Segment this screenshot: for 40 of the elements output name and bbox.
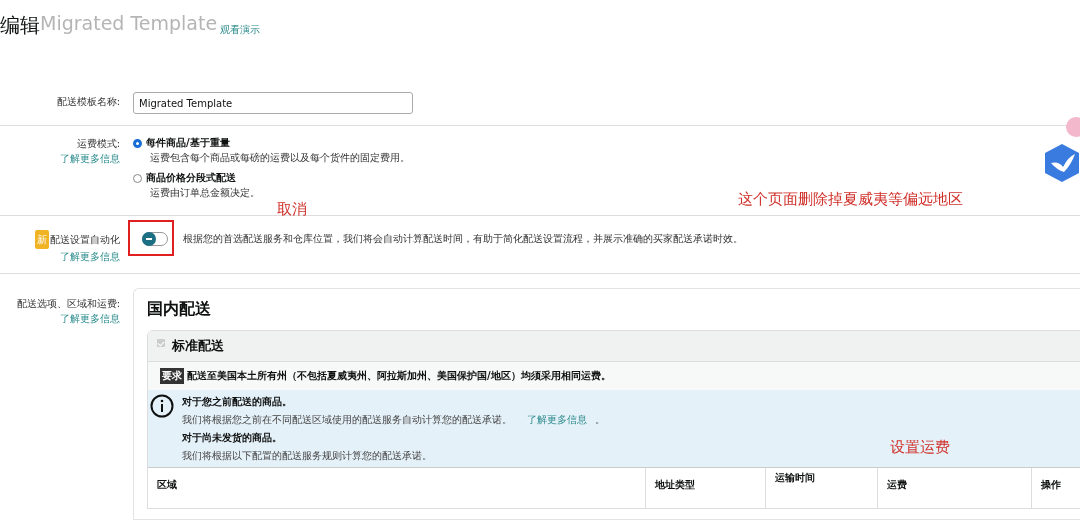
learn-more-link[interactable]: 了解更多信息	[60, 151, 120, 166]
info-icon	[150, 394, 174, 418]
column-header: 区域	[148, 468, 646, 508]
radio-button[interactable]	[133, 138, 142, 148]
info-text: 。	[595, 413, 605, 427]
radio-button[interactable]	[133, 173, 142, 183]
column-header: 操作	[1040, 478, 1062, 492]
requirement-tag: 要求	[160, 368, 184, 384]
learn-more-link[interactable]: 了解更多信息	[60, 311, 120, 326]
page-title: 编辑	[0, 12, 40, 39]
requirement-text: 配送至美国本土所有州（不包括夏威夷州、阿拉斯加州、美国保护国/地区）均须采用相同运费。	[187, 369, 611, 383]
option-title: 每件商品/基于重量	[146, 136, 230, 150]
demo-link[interactable]: 观看演示	[220, 23, 261, 37]
info-text: 我们将根据您之前在不同配送区域使用的配送服务自动计算您的配送承诺。	[182, 413, 512, 427]
field-label: 配送选项、区域和运费:	[16, 297, 120, 311]
field-label: 运费模式:	[76, 137, 120, 151]
info-text: 我们将根据以下配置的配送服务规则计算您的配送承诺。	[182, 449, 432, 463]
learn-more-link[interactable]: 了解更多信息	[60, 249, 120, 264]
field-label: 配送模板名称:	[56, 95, 120, 109]
column-header: 运费	[878, 468, 1032, 508]
section-title: 国内配送	[147, 299, 212, 320]
option-description: 运费由订单总金额决定。	[150, 186, 260, 200]
option-title: 商品价格分段式配送	[146, 171, 236, 185]
info-heading: 对于尚未发货的商品。	[182, 431, 282, 445]
new-badge: 新	[35, 230, 49, 249]
annotation-note: 设置运费	[890, 438, 950, 457]
template-name-field[interactable]: Migrated Template	[133, 92, 413, 114]
annotation-note: 取消	[277, 200, 307, 219]
info-heading: 对于您之前配送的商品。	[182, 395, 292, 409]
automation-description: 根据您的首选配送服务和仓库位置，我们将会自动计算配送时间，有助于简化配送设置流程，并展示准确的买家配送承诺时效。	[183, 232, 743, 246]
annotation-note: 这个页面删除掉夏威夷等偏远地区	[738, 190, 963, 209]
template-title: Migrated Template	[40, 12, 218, 34]
field-label: 配送设置自动化	[50, 233, 120, 247]
checkbox[interactable]	[157, 339, 165, 347]
option-title: 标准配送	[172, 337, 224, 355]
option-description: 运费包含每个商品或每磅的运费以及每个货件的固定费用。	[150, 151, 410, 165]
annotation-box	[128, 220, 174, 256]
column-header: 运输时间	[766, 468, 878, 508]
column-header: 地址类型	[646, 468, 766, 508]
learn-more-link[interactable]: 了解更多信息	[527, 411, 587, 429]
